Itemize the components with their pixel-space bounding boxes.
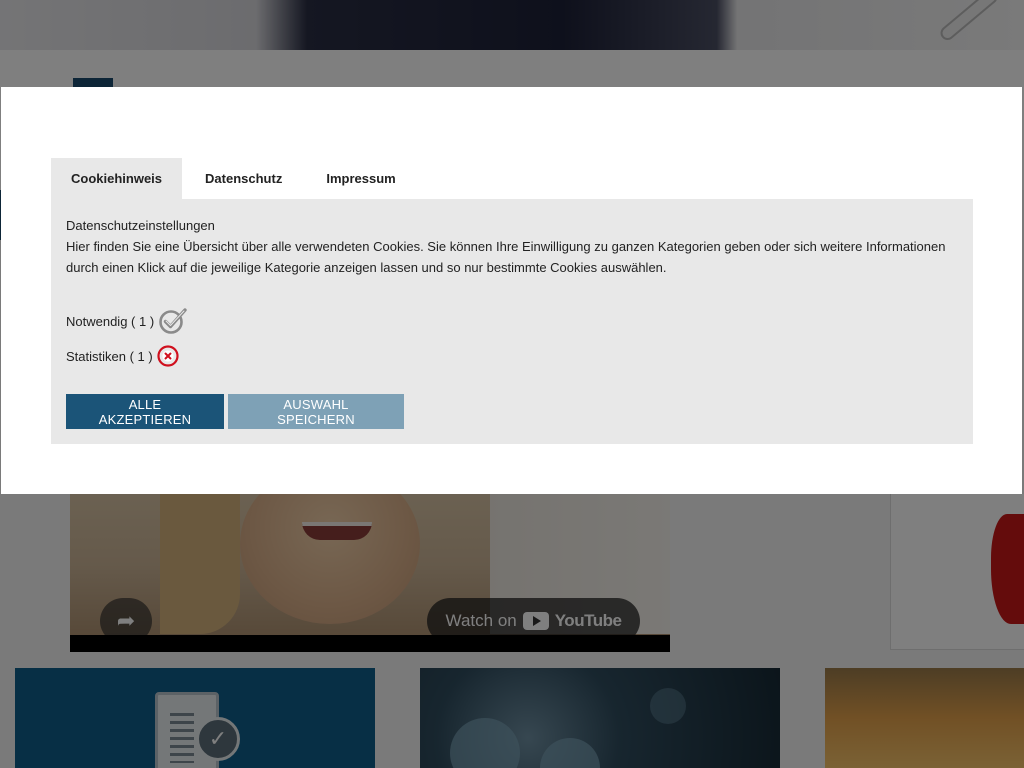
panel-description: Hier finden Sie eine Übersicht über alle… [66, 239, 946, 275]
save-selection-button[interactable]: AUSWAHL SPEICHERN [228, 394, 404, 429]
cookie-settings-panel: Datenschutzeinstellungen Hier finden Sie… [51, 199, 973, 444]
tab-cookiehinweis[interactable]: Cookiehinweis [51, 158, 183, 199]
accept-all-button[interactable]: ALLE AKZEPTIEREN [66, 394, 224, 429]
consent-buttons: ALLE AKZEPTIEREN AUSWAHL SPEICHERN [66, 394, 404, 429]
panel-title: Datenschutzeinstellungen [66, 218, 215, 233]
cross-circle-icon[interactable] [157, 344, 179, 367]
category-notwendig[interactable]: Notwendig ( 1 ) [66, 306, 958, 336]
category-label: Notwendig ( 1 ) [66, 313, 155, 329]
check-icon[interactable] [158, 306, 188, 336]
tab-impressum[interactable]: Impressum [304, 158, 415, 199]
cookie-consent-dialog: Cookiehinweis Datenschutz Impressum Date… [1, 87, 1022, 494]
page: ➦ Watch on YouTube ✓ Cookiehinweis Daten… [0, 0, 1024, 768]
category-statistiken[interactable]: Statistiken ( 1 ) [66, 344, 958, 367]
cookie-tabs: Cookiehinweis Datenschutz Impressum [51, 158, 416, 199]
tab-datenschutz[interactable]: Datenschutz [182, 158, 304, 199]
category-label: Statistiken ( 1 ) [66, 349, 153, 364]
